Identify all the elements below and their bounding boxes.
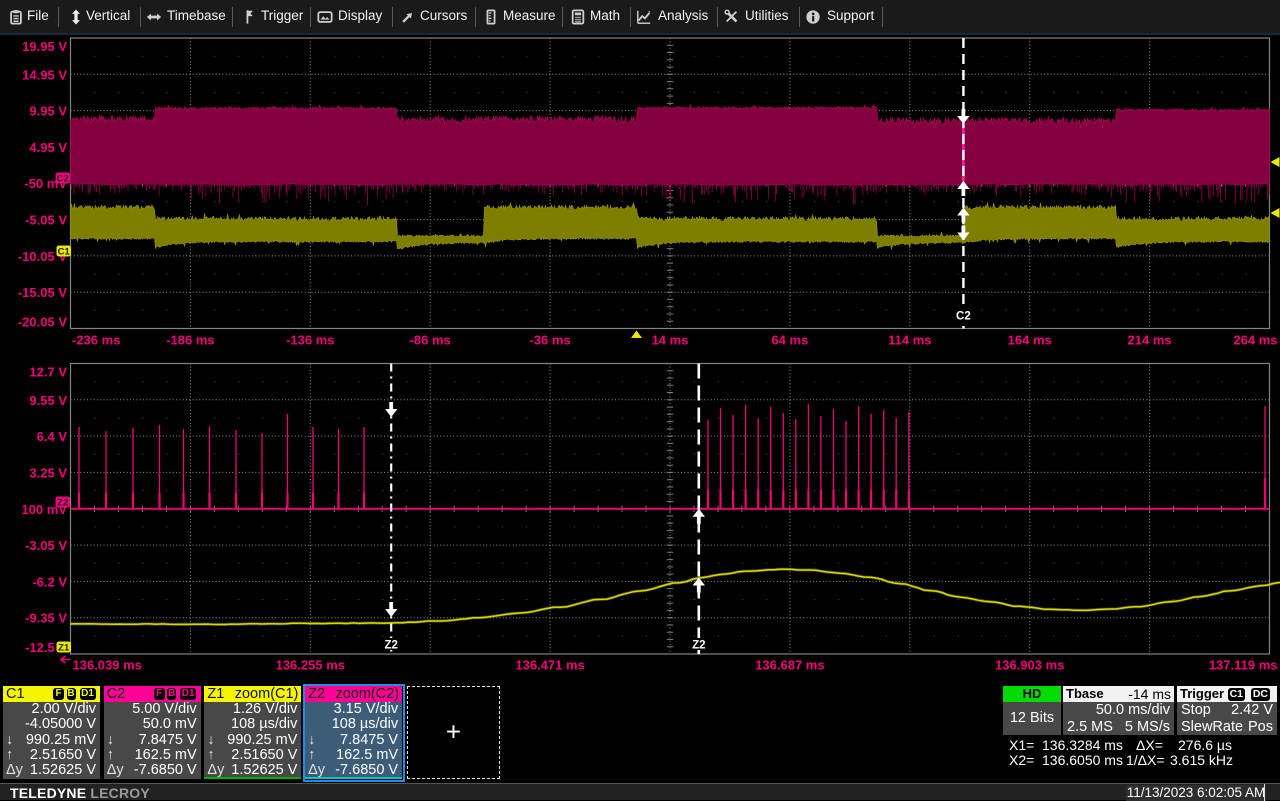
svg-text:4.95 V: 4.95 V [29,140,67,155]
svg-text:Z2: Z2 [57,497,68,508]
svg-text:14 ms: 14 ms [652,333,689,348]
svg-text:Z2: Z2 [692,640,705,652]
svg-text:-136 ms: -136 ms [286,333,334,348]
svg-text:114 ms: 114 ms [888,333,931,348]
svg-text:C2: C2 [57,173,69,184]
svg-text:6.4 V: 6.4 V [37,429,68,444]
svg-text:-15.05 V: -15.05 V [18,285,67,300]
svg-text:64 ms: 64 ms [771,333,808,348]
svg-text:137.119 ms: 137.119 ms [1209,658,1278,673]
svg-text:136.903 ms: 136.903 ms [995,658,1064,673]
svg-text:136.039 ms: 136.039 ms [73,658,142,673]
svg-text:-3.05 V: -3.05 V [25,538,67,553]
svg-text:214 ms: 214 ms [1128,333,1172,348]
svg-text:136.687 ms: 136.687 ms [755,658,824,673]
svg-text:-6.2 V: -6.2 V [32,574,67,589]
svg-text:Z1: Z1 [58,642,70,653]
svg-text:-9.35 V: -9.35 V [25,611,67,626]
svg-text:-186 ms: -186 ms [166,333,214,348]
svg-text:164 ms: 164 ms [1008,333,1052,348]
svg-text:9.55 V: 9.55 V [29,393,67,408]
svg-text:C2: C2 [956,311,971,323]
svg-text:C1: C1 [58,246,71,257]
svg-text:3.25 V: 3.25 V [29,465,67,480]
svg-text:-86 ms: -86 ms [410,333,451,348]
svg-text:12.7 V: 12.7 V [29,365,67,380]
svg-text:-236 ms: -236 ms [72,333,120,348]
svg-text:19.95 V: 19.95 V [22,39,67,54]
svg-text:14.95 V: 14.95 V [22,67,67,82]
svg-text:-36 ms: -36 ms [529,333,570,348]
svg-text:9.95 V: 9.95 V [29,104,67,119]
svg-text:-20.05 V: -20.05 V [18,315,67,330]
svg-text:-5.05 V: -5.05 V [25,213,67,228]
svg-text:136.471 ms: 136.471 ms [515,658,584,673]
svg-text:136.255 ms: 136.255 ms [276,658,345,673]
svg-text:264 ms: 264 ms [1233,333,1277,348]
svg-text:Z2: Z2 [384,640,397,652]
